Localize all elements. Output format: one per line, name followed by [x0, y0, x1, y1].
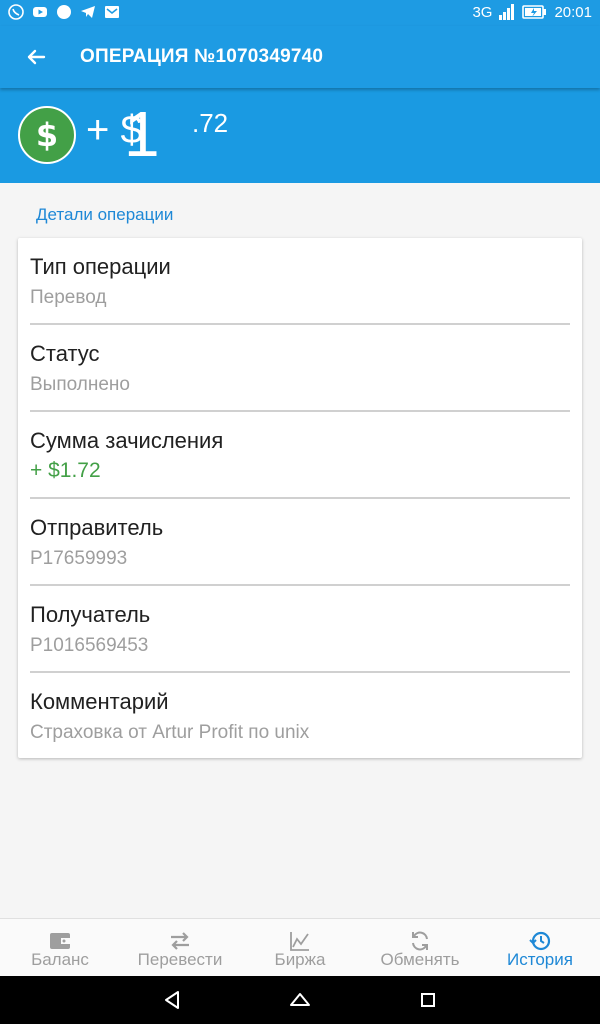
- detail-value: Страховка от Artur Profit по unix: [30, 722, 310, 743]
- section-title: Детали операции: [36, 205, 174, 224]
- detail-value-amount: + $1.72: [30, 459, 101, 482]
- system-home-icon[interactable]: [288, 988, 312, 1012]
- detail-row-status: Статус Выполнено: [30, 325, 570, 412]
- amount-integer: 1: [124, 98, 160, 170]
- amount-header: $ + $ 1 .72: [0, 88, 600, 183]
- circle-icon: [57, 5, 71, 19]
- nav-label: Перевести: [137, 950, 223, 969]
- coin-symbol: $: [35, 116, 59, 154]
- detail-row-comment: Комментарий Страховка от Artur Profit по…: [30, 673, 570, 760]
- system-back-icon[interactable]: [160, 988, 184, 1012]
- nav-label: Биржа: [274, 950, 326, 969]
- nav-label: Баланс: [31, 950, 89, 969]
- detail-value: P1016569453: [30, 635, 149, 656]
- detail-row-amount: Сумма зачисления + $1.72: [30, 412, 570, 499]
- detail-label: Сумма зачисления: [30, 428, 224, 453]
- nav-label: История: [507, 950, 573, 969]
- nav-label: Обменять: [380, 950, 460, 969]
- nav-item-exchange-market[interactable]: Биржа: [240, 919, 360, 977]
- detail-label: Получатель: [30, 602, 151, 627]
- telegram-icon: [81, 6, 95, 18]
- detail-label: Тип операции: [30, 254, 171, 279]
- detail-value: Перевод: [30, 287, 107, 308]
- arrow-back-icon[interactable]: [22, 43, 50, 71]
- page-title: ОПЕРАЦИЯ №1070349740: [80, 46, 324, 67]
- youtube-icon: [33, 7, 47, 17]
- mail-icon: [105, 6, 119, 18]
- detail-row-type: Тип операции Перевод: [30, 238, 570, 325]
- bottom-navigation: Баланс Перевести Биржа Обменять История: [0, 918, 600, 977]
- system-recents-icon[interactable]: [416, 988, 440, 1012]
- status-bar: 3G 20:01: [0, 0, 600, 26]
- battery-charging-icon: [522, 5, 547, 19]
- detail-row-sender: Отправитель P17659993: [30, 499, 570, 586]
- detail-label: Статус: [30, 341, 100, 366]
- details-card: Тип операции Перевод Статус Выполнено Су…: [18, 238, 582, 758]
- dollar-coin-icon: $: [18, 106, 76, 164]
- detail-value: Выполнено: [30, 374, 130, 395]
- nav-item-swap[interactable]: Обменять: [360, 919, 480, 977]
- viber-icon: [8, 4, 24, 20]
- amount-fraction: .72: [192, 108, 229, 138]
- nav-item-transfer[interactable]: Перевести: [120, 919, 240, 977]
- detail-label: Комментарий: [30, 689, 169, 714]
- detail-row-recipient: Получатель P1016569453: [30, 586, 570, 673]
- detail-value: P17659993: [30, 548, 128, 569]
- network-type: 3G: [472, 3, 493, 21]
- nav-item-history[interactable]: История: [480, 919, 600, 977]
- signal-icon: [499, 4, 515, 20]
- clock: 20:01: [554, 3, 592, 21]
- app-bar: ОПЕРАЦИЯ №1070349740: [0, 26, 600, 88]
- system-navigation-bar: [0, 976, 600, 1024]
- nav-item-balance[interactable]: Баланс: [0, 919, 120, 977]
- detail-label: Отправитель: [30, 515, 164, 540]
